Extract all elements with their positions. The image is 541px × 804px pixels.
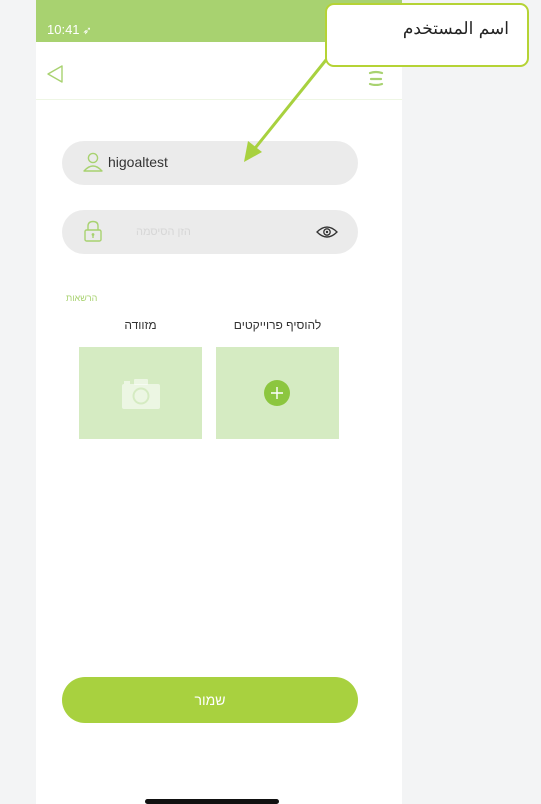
back-triangle-icon[interactable] (45, 64, 65, 84)
phone-screen: 10:41 ➶ higoaltest הזן הסיסמה הרשאות מזו… (36, 0, 402, 804)
eye-icon[interactable] (316, 225, 338, 239)
menu-icon[interactable] (368, 70, 384, 86)
lock-icon (84, 220, 102, 242)
password-placeholder: הזן הסיסמה (136, 226, 191, 238)
luggage-card[interactable] (79, 347, 202, 439)
status-time: 10:41 ➶ (47, 22, 92, 37)
add-projects-label: להוסיף פרוייקטים (233, 318, 322, 332)
time-text: 10:41 (47, 22, 80, 37)
camera-icon (122, 379, 160, 409)
add-projects-card[interactable] (216, 347, 339, 439)
username-field[interactable]: higoaltest (62, 141, 358, 185)
plus-circle-icon (264, 380, 290, 406)
permissions-label[interactable]: הרשאות (66, 293, 97, 303)
callout-text: اسم المستخدم (402, 19, 509, 39)
username-value: higoaltest (108, 154, 168, 170)
callout-box: اسم المستخدم (325, 3, 529, 67)
home-indicator (145, 799, 279, 804)
save-button[interactable]: שמור (62, 677, 358, 723)
password-field[interactable]: הזן הסיסמה (62, 210, 358, 254)
luggage-label: מזוודה (124, 318, 157, 332)
user-icon (83, 152, 103, 172)
location-arrow-icon: ➶ (82, 25, 92, 37)
